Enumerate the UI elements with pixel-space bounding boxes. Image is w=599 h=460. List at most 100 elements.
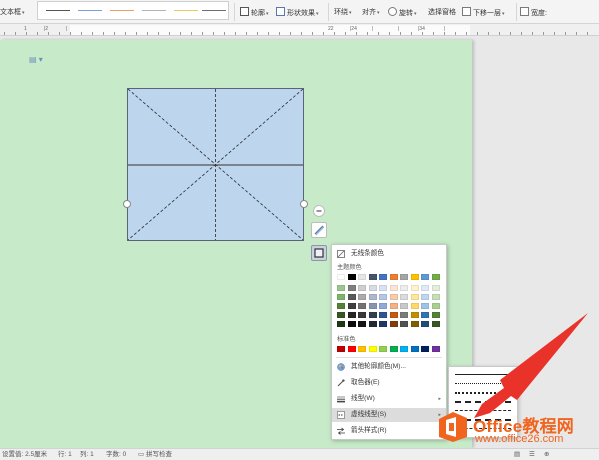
theme-color-swatch[interactable]: [400, 285, 408, 291]
theme-color-swatch[interactable]: [421, 274, 429, 280]
theme-color-swatch[interactable]: [337, 274, 345, 280]
standard-color-swatch[interactable]: [400, 346, 408, 352]
standard-color-swatch[interactable]: [431, 346, 440, 352]
dash-type-item[interactable]: 虚线线型(S) ▸: [332, 408, 446, 422]
document-icon[interactable]: ▤ ▾: [29, 55, 43, 64]
theme-color-swatch[interactable]: [410, 312, 419, 318]
theme-color-swatch[interactable]: [358, 312, 366, 318]
theme-color-swatch[interactable]: [421, 303, 429, 309]
arrow-style-item[interactable]: 箭头样式(R): [332, 424, 446, 438]
theme-color-swatch[interactable]: [368, 321, 377, 327]
line-style-gallery[interactable]: [37, 1, 229, 20]
line-style-sample[interactable]: [46, 10, 70, 11]
standard-color-swatch[interactable]: [379, 346, 387, 352]
theme-color-swatch[interactable]: [337, 312, 345, 318]
theme-color-swatch[interactable]: [400, 303, 408, 309]
theme-color-swatch[interactable]: [358, 285, 366, 291]
shape-effect-button[interactable]: 形状效果▾: [276, 7, 319, 19]
resize-handle-left[interactable]: [123, 200, 131, 208]
line-style-sample[interactable]: [174, 10, 198, 11]
theme-color-swatch[interactable]: [431, 285, 440, 291]
theme-color-swatch[interactable]: [368, 294, 377, 300]
standard-color-swatch[interactable]: [368, 346, 377, 352]
standard-color-swatch[interactable]: [358, 346, 366, 352]
theme-color-swatch[interactable]: [368, 274, 377, 280]
theme-color-swatch[interactable]: [389, 321, 398, 327]
shape-style-button[interactable]: [311, 222, 327, 238]
dash-option-solid[interactable]: [452, 370, 515, 379]
theme-color-swatch[interactable]: [379, 285, 387, 291]
theme-color-swatch[interactable]: [431, 312, 440, 318]
theme-color-swatch[interactable]: [400, 294, 408, 300]
theme-color-swatch[interactable]: [368, 303, 377, 309]
theme-color-swatch[interactable]: [347, 285, 356, 291]
theme-color-swatch[interactable]: [410, 303, 419, 309]
theme-color-swatch[interactable]: [379, 294, 387, 300]
theme-color-swatch[interactable]: [347, 274, 356, 280]
rotate-button[interactable]: 旋转▾: [388, 7, 417, 19]
theme-color-swatch[interactable]: [379, 321, 387, 327]
collapse-button[interactable]: [313, 205, 325, 217]
standard-color-swatch[interactable]: [410, 346, 419, 352]
theme-color-swatch[interactable]: [421, 285, 429, 291]
theme-color-swatch[interactable]: [358, 294, 366, 300]
theme-color-swatch[interactable]: [431, 303, 440, 309]
theme-color-swatch[interactable]: [337, 285, 345, 291]
theme-color-swatch[interactable]: [410, 321, 419, 327]
theme-color-swatch[interactable]: [347, 303, 356, 309]
theme-color-swatch[interactable]: [431, 274, 440, 280]
theme-color-swatch[interactable]: [431, 294, 440, 300]
web-view-icon[interactable]: ⊕: [544, 450, 549, 460]
theme-color-swatch[interactable]: [358, 303, 366, 309]
more-outline-colors-item[interactable]: 其他轮廓颜色(M)...: [332, 360, 446, 374]
theme-color-swatch[interactable]: [410, 285, 419, 291]
theme-color-swatch[interactable]: [431, 321, 440, 327]
dash-option-round-dot[interactable]: [452, 379, 515, 388]
align-button[interactable]: 对齐▾: [362, 7, 380, 19]
standard-color-swatch[interactable]: [421, 346, 429, 352]
outline-button[interactable]: 轮廓▾: [240, 7, 269, 19]
line-style-sample[interactable]: [78, 10, 102, 11]
standard-color-swatch[interactable]: [347, 346, 356, 352]
line-style-sample[interactable]: [142, 10, 166, 11]
theme-color-swatch[interactable]: [368, 285, 377, 291]
dash-option-dash[interactable]: [452, 397, 515, 406]
theme-color-swatch[interactable]: [379, 303, 387, 309]
theme-color-swatch[interactable]: [389, 274, 398, 280]
text-box-button[interactable]: 文本框▾: [0, 7, 25, 19]
theme-color-swatch[interactable]: [389, 285, 398, 291]
resize-handle-right[interactable]: [300, 200, 308, 208]
page-view-icon[interactable]: ▤: [514, 450, 520, 460]
theme-color-swatch[interactable]: [421, 312, 429, 318]
theme-color-swatch[interactable]: [400, 312, 408, 318]
theme-color-swatch[interactable]: [389, 303, 398, 309]
theme-color-swatch[interactable]: [337, 294, 345, 300]
width-field[interactable]: 宽度:: [520, 7, 547, 19]
rectangle-shape[interactable]: [127, 88, 304, 241]
dash-option-square-dot[interactable]: [452, 388, 515, 397]
standard-color-swatch[interactable]: [389, 346, 398, 352]
theme-color-swatch[interactable]: [337, 321, 345, 327]
no-line-color-item[interactable]: 无线条颜色: [332, 247, 446, 261]
theme-color-swatch[interactable]: [358, 274, 366, 280]
theme-color-swatch[interactable]: [379, 312, 387, 318]
theme-color-swatch[interactable]: [410, 294, 419, 300]
status-spell-check[interactable]: ▭ 拼写检查: [138, 450, 172, 460]
theme-color-swatch[interactable]: [368, 312, 377, 318]
theme-color-swatch[interactable]: [389, 312, 398, 318]
theme-color-swatch[interactable]: [358, 321, 366, 327]
theme-color-swatch[interactable]: [389, 294, 398, 300]
eyedropper-item[interactable]: 取色器(E): [332, 376, 446, 390]
theme-color-swatch[interactable]: [400, 321, 408, 327]
theme-color-swatch[interactable]: [337, 303, 345, 309]
theme-color-swatch[interactable]: [421, 294, 429, 300]
outline-view-icon[interactable]: ☰: [529, 450, 535, 460]
wrap-button[interactable]: 环绕▾: [334, 7, 352, 19]
selection-pane-button[interactable]: 选择窗格: [428, 7, 456, 19]
send-backward-button[interactable]: 下移一层▾: [462, 7, 505, 19]
status-word-count[interactable]: 字数: 0: [106, 450, 126, 460]
standard-color-swatch[interactable]: [337, 346, 345, 352]
theme-color-swatch[interactable]: [347, 321, 356, 327]
theme-color-swatch[interactable]: [410, 274, 419, 280]
theme-color-swatch[interactable]: [421, 321, 429, 327]
